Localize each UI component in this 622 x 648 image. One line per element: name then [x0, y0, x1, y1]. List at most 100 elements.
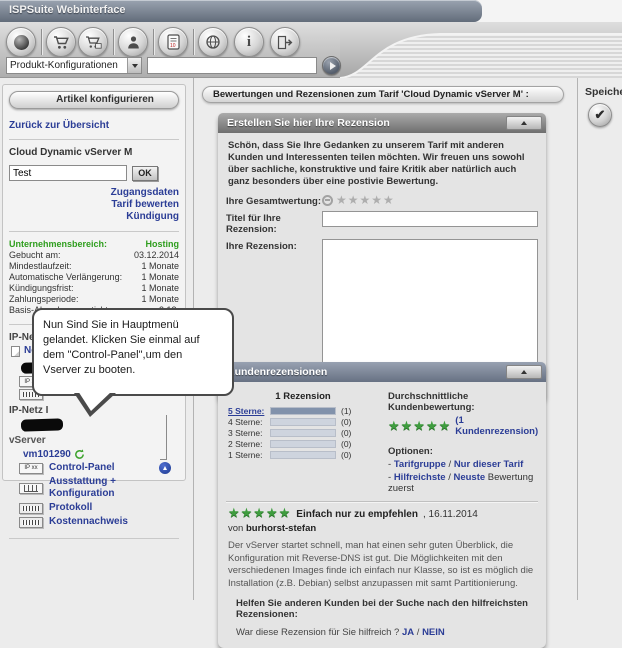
review-textarea[interactable]	[322, 239, 538, 365]
logout-button[interactable]	[270, 27, 300, 57]
most-helpful-link[interactable]: Hilfreichste	[394, 472, 446, 483]
review-title-input[interactable]	[322, 211, 538, 227]
customer-reviews-header: Kundenrezensionen	[218, 362, 546, 382]
rating-label: Ihre Gesamtwertung:	[226, 194, 322, 207]
sidebar-item-cost-statement[interactable]: Kostennachweis	[19, 516, 179, 528]
tree-bracket-decor	[160, 415, 167, 460]
invoice-icon: 10	[167, 34, 180, 50]
ip-chip-icon	[19, 463, 43, 474]
vm-link[interactable]: vm101290	[23, 449, 71, 460]
equalizer-chip-icon	[19, 483, 43, 494]
back-to-overview-link[interactable]: Zurück zur Übersicht	[9, 120, 179, 131]
support-button[interactable]	[198, 27, 228, 57]
no-rating-icon[interactable]	[322, 195, 333, 206]
svg-text:10: 10	[170, 43, 176, 49]
detail-label: Unternehmensbereich:	[9, 239, 107, 250]
distribution-row: 2 Sterne: (0)	[228, 439, 378, 449]
detail-row: Kündigungsfrist: 1 Monate	[9, 283, 179, 294]
helpful-separator: /	[414, 627, 422, 638]
distribution-count: (0)	[341, 428, 351, 438]
review-count-link[interactable]: (1 Kundenrezension)	[455, 415, 538, 437]
sidebar-item-configuration[interactable]: Ausstattung + Konfiguration	[19, 476, 179, 500]
distribution-row: 4 Sterne: (0)	[228, 417, 378, 427]
detail-label: Automatische Verlängerung:	[9, 272, 122, 283]
logout-icon	[277, 35, 293, 50]
divider	[226, 501, 538, 503]
refresh-icon[interactable]	[74, 449, 85, 460]
help-other-customers-text: Helfen Sie anderen Kunden bei der Suche …	[236, 598, 538, 620]
category-select[interactable]: Produkt-Konfigurationen	[6, 57, 142, 74]
checkmark-icon	[595, 106, 606, 124]
form-intro-text: Schön, dass Sie Ihre Gedanken zu unserem…	[228, 140, 538, 188]
home-button[interactable]	[6, 27, 36, 57]
five-star-link[interactable]: 5 Sterne:	[228, 406, 270, 416]
review-form-title: Erstellen Sie hier Ihre Rezension	[227, 117, 390, 129]
divider	[9, 231, 179, 232]
distribution-count: (0)	[341, 450, 351, 460]
account-button[interactable]	[118, 27, 148, 57]
save-button[interactable]	[588, 103, 612, 127]
menu-label: Kostennachweis	[49, 516, 128, 528]
barcode-chip-icon	[19, 517, 43, 528]
menu-label: Protokoll	[49, 502, 92, 514]
sidebar-item-control-panel[interactable]: Control-Panel	[19, 462, 179, 474]
info-button[interactable]	[234, 27, 264, 57]
sidebar-panel: Artikel konfigurieren Zurück zur Übersic…	[2, 84, 186, 481]
newest-link[interactable]: Neuste	[453, 472, 485, 483]
menu-label: Control-Panel	[49, 462, 115, 474]
configure-article-button[interactable]: Artikel konfigurieren	[9, 91, 179, 109]
toolbar-separator	[41, 29, 42, 55]
sidebar-item-protocol[interactable]: Protokoll	[19, 502, 179, 514]
review-body: Der vServer startet schnell, man hat ein…	[228, 540, 538, 590]
vserver-section-title: vServer	[9, 435, 179, 446]
chevron-down-icon[interactable]	[127, 58, 141, 73]
toolbar-decor	[340, 22, 622, 78]
average-rating-label: Durchschnittliche Kundenbewertung:	[388, 391, 538, 413]
review-author: burhorst-stefan	[246, 523, 316, 534]
access-data-link[interactable]: Zugangsdaten	[9, 187, 179, 199]
distribution-bar	[270, 418, 336, 426]
option-separator: /	[446, 459, 454, 470]
cart-button[interactable]	[46, 27, 76, 57]
detail-value: 03.12.2014	[134, 250, 179, 261]
tooltip-text: Nun Sind Sie in Hauptmenü gelandet. Klic…	[43, 319, 200, 376]
scroll-up-icon[interactable]	[159, 462, 171, 474]
product-name-input[interactable]	[9, 165, 127, 181]
product-config-button[interactable]	[78, 27, 108, 57]
collapse-button[interactable]	[506, 116, 542, 130]
cancellation-link[interactable]: Kündigung	[9, 211, 179, 223]
detail-value: 1 Monate	[141, 283, 179, 294]
distribution-count: (1)	[341, 406, 351, 416]
review-form-header: Erstellen Sie hier Ihre Rezension	[218, 113, 546, 133]
distribution-count: (0)	[341, 439, 351, 449]
divider	[9, 538, 179, 539]
tariff-group-link[interactable]: Tarifgruppe	[394, 459, 446, 470]
title-bar: ISPSuite Webinterface	[0, 0, 622, 22]
collapse-button[interactable]	[506, 365, 542, 379]
this-tariff-only-link[interactable]: Nur dieser Tarif	[454, 459, 524, 470]
rating-stars-empty-icon[interactable]	[336, 194, 395, 206]
distribution-row: 3 Sterne: (0)	[228, 428, 378, 438]
divider	[9, 139, 179, 140]
rate-tariff-link[interactable]: Tarif bewerten	[9, 199, 179, 211]
search-input[interactable]	[147, 57, 317, 74]
new-page-icon	[11, 346, 20, 357]
save-label: Speichern	[585, 86, 622, 98]
invoice-button[interactable]: 10	[158, 27, 188, 57]
go-button[interactable]	[322, 56, 341, 75]
toolbar-separator	[153, 29, 154, 55]
review-form-panel: Erstellen Sie hier Ihre Rezension Schön,…	[218, 113, 546, 401]
ok-button[interactable]: OK	[132, 166, 158, 181]
four-star-label: 4 Sterne:	[228, 417, 270, 427]
support-globe-icon	[205, 34, 221, 50]
detail-row: Unternehmensbereich: Hosting	[9, 239, 179, 250]
detail-label: Mindestlaufzeit:	[9, 261, 72, 272]
helpful-yes-link[interactable]: JA	[402, 627, 414, 638]
two-star-label: 2 Sterne:	[228, 439, 270, 449]
account-icon	[126, 35, 141, 50]
info-icon	[247, 33, 251, 51]
helpful-no-link[interactable]: NEIN	[422, 627, 445, 638]
distribution-count: (0)	[341, 417, 351, 427]
customer-reviews-title: Kundenrezensionen	[227, 366, 327, 378]
app-title: ISPSuite Webinterface	[9, 4, 126, 16]
